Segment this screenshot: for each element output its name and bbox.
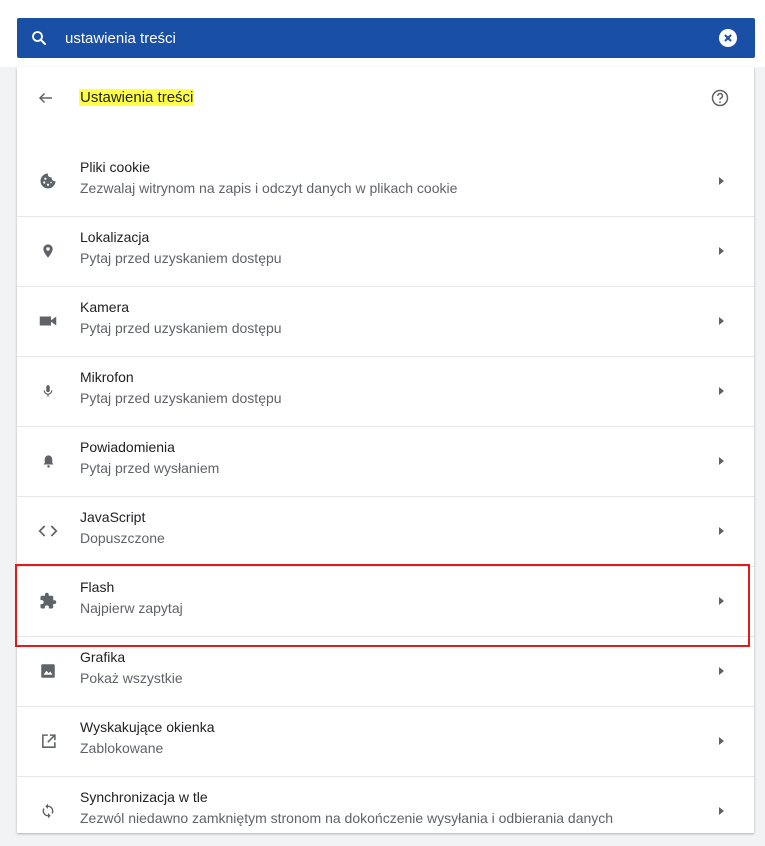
settings-item-description: Pytaj przed uzyskaniem dostępu bbox=[80, 320, 282, 336]
camera-icon bbox=[38, 311, 58, 331]
image-icon bbox=[38, 661, 58, 681]
settings-item-description: Zezwalaj witrynom na zapis i odczyt dany… bbox=[80, 180, 458, 196]
settings-list: Pliki cookie Zezwalaj witrynom na zapis … bbox=[17, 147, 754, 846]
settings-item-description: Pytaj przed uzyskaniem dostępu bbox=[80, 390, 282, 406]
settings-item-flash[interactable]: Flash Najpierw zapytaj bbox=[17, 566, 754, 636]
settings-item-location[interactable]: Lokalizacja Pytaj przed uzyskaniem dostę… bbox=[17, 216, 754, 286]
settings-item-label: Mikrofon bbox=[80, 369, 134, 385]
settings-item-notifications[interactable]: Powiadomienia Pytaj przed wysłaniem bbox=[17, 426, 754, 496]
microphone-icon bbox=[38, 381, 58, 401]
settings-item-label: JavaScript bbox=[80, 509, 146, 525]
puzzle-icon bbox=[38, 591, 58, 611]
settings-item-label: Pliki cookie bbox=[80, 159, 151, 175]
settings-item-javascript[interactable]: JavaScript Dopuszczone bbox=[17, 496, 754, 566]
search-input[interactable]: ustawienia treści bbox=[65, 30, 719, 47]
cookie-icon bbox=[38, 171, 58, 191]
settings-item-popups[interactable]: Wyskakujące okienka Zablokowane bbox=[17, 706, 754, 776]
settings-item-images[interactable]: Grafika Pokaż wszystkie bbox=[17, 636, 754, 706]
chevron-right-icon bbox=[719, 387, 724, 395]
location-pin-icon bbox=[38, 241, 58, 261]
chevron-right-icon bbox=[719, 597, 724, 605]
top-bar: ustawienia treści bbox=[0, 0, 765, 67]
settings-item-description: Pytaj przed wysłaniem bbox=[80, 460, 220, 476]
settings-item-description: Najpierw zapytaj bbox=[80, 600, 183, 616]
chevron-right-icon bbox=[719, 737, 724, 745]
open-in-new-icon bbox=[38, 731, 58, 751]
settings-item-label: Kamera bbox=[80, 299, 130, 315]
sync-icon bbox=[38, 801, 58, 821]
settings-item-label: Lokalizacja bbox=[80, 229, 150, 245]
chevron-right-icon bbox=[719, 457, 724, 465]
clear-icon bbox=[724, 34, 732, 42]
settings-item-description: Pokaż wszystkie bbox=[80, 670, 183, 686]
settings-item-label: Flash bbox=[80, 579, 115, 595]
search-icon bbox=[32, 31, 46, 45]
settings-item-label: Powiadomienia bbox=[80, 439, 175, 455]
settings-item-label: Synchronizacja w tle bbox=[80, 789, 208, 805]
content-settings-card: Ustawienia treści Pliki cookie Zezwalaj … bbox=[17, 67, 754, 833]
chevron-right-icon bbox=[719, 807, 724, 815]
settings-item-microphone[interactable]: Mikrofon Pytaj przed uzyskaniem dostępu bbox=[17, 356, 754, 426]
settings-item-description: Zablokowane bbox=[80, 740, 164, 756]
code-icon bbox=[38, 521, 58, 541]
chevron-right-icon bbox=[719, 667, 724, 675]
settings-item-description: Pytaj przed uzyskaniem dostępu bbox=[80, 250, 282, 266]
clear-search-button[interactable] bbox=[719, 29, 737, 47]
settings-item-description: Dopuszczone bbox=[80, 530, 165, 546]
settings-item-description: Zezwól niedawno zamkniętym stronom na do… bbox=[80, 810, 614, 826]
arrow-back-icon[interactable] bbox=[37, 89, 55, 107]
settings-item-label: Wyskakujące okienka bbox=[80, 719, 215, 735]
chevron-right-icon bbox=[719, 177, 724, 185]
settings-item-cookies[interactable]: Pliki cookie Zezwalaj witrynom na zapis … bbox=[17, 147, 754, 216]
search-bar[interactable]: ustawienia treści bbox=[17, 18, 755, 58]
chevron-right-icon bbox=[719, 247, 724, 255]
chevron-right-icon bbox=[719, 317, 724, 325]
page-title: Ustawienia treści bbox=[79, 89, 195, 106]
settings-item-camera[interactable]: Kamera Pytaj przed uzyskaniem dostępu bbox=[17, 286, 754, 356]
settings-item-label: Grafika bbox=[80, 649, 126, 665]
help-icon[interactable] bbox=[710, 88, 730, 108]
chevron-right-icon bbox=[719, 527, 724, 535]
bell-icon bbox=[38, 451, 58, 471]
settings-item-background-sync[interactable]: Synchronizacja w tle Zezwól niedawno zam… bbox=[17, 776, 754, 846]
page-header: Ustawienia treści bbox=[17, 67, 754, 131]
